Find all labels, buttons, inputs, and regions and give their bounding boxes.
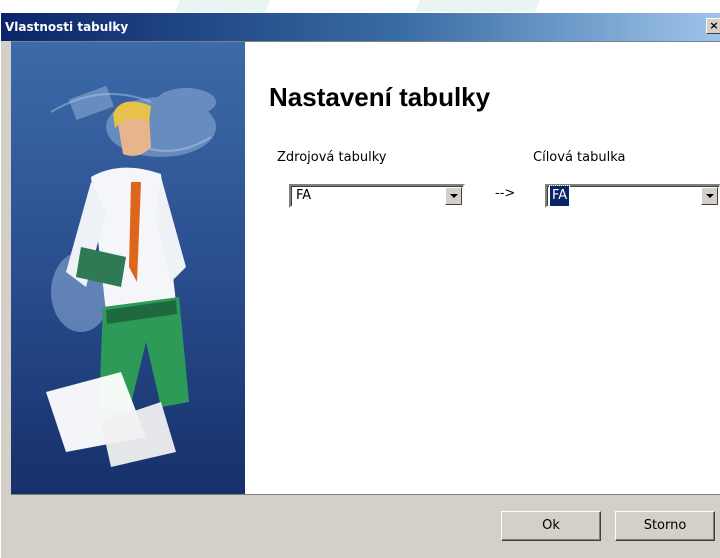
page-heading: Nastavení tabulky [269, 82, 491, 112]
chevron-down-icon[interactable] [445, 187, 462, 205]
cancel-button[interactable]: Storno [615, 511, 715, 541]
close-icon: × [709, 19, 719, 32]
source-table-select[interactable]: FA [289, 184, 465, 208]
source-table-value: FA [296, 188, 312, 203]
window-title: Vlastnosti tabulky [5, 20, 129, 34]
wizard-illustration [11, 42, 245, 494]
ok-button[interactable]: Ok [501, 511, 601, 541]
arrow-indicator: --> [495, 186, 516, 201]
target-table-select[interactable]: FA [545, 184, 720, 208]
target-table-label: Cílová tabulka [533, 150, 626, 165]
target-table-value: FA [548, 185, 571, 207]
dialog-content: Nastavení tabulky Zdrojová tabulky Cílov… [11, 41, 720, 495]
source-table-label: Zdrojová tabulky [277, 150, 387, 165]
dialog-window: Vlastnosti tabulky × Nastavení tabulky Z… [0, 12, 720, 558]
title-bar[interactable]: Vlastnosti tabulky × [1, 13, 720, 41]
close-button[interactable]: × [706, 18, 720, 34]
chevron-down-icon[interactable] [701, 187, 718, 205]
